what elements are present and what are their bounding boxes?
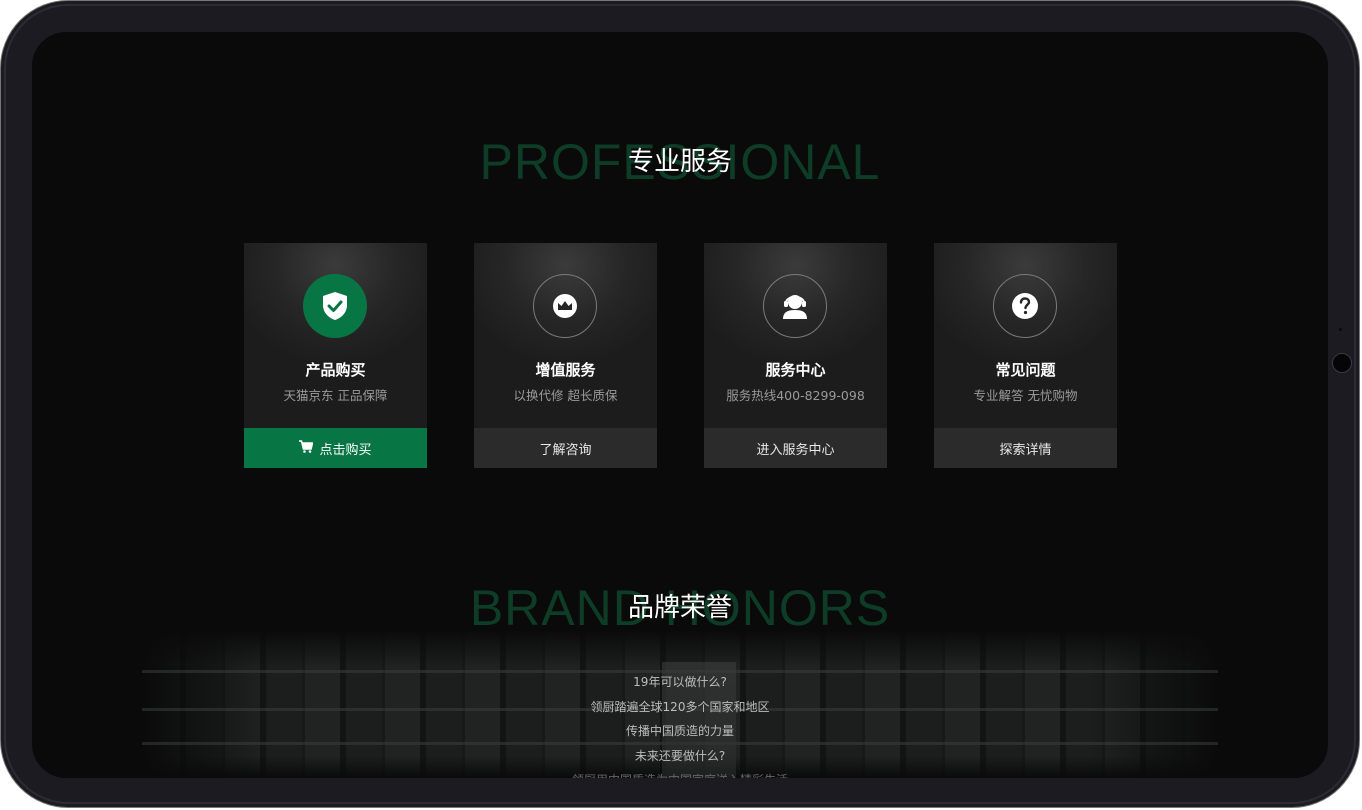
- tablet-frame: PROFESSIONAL 专业服务 产品购买 天猫京东 正品保障 点击购买 增值…: [0, 0, 1360, 808]
- front-camera: [1332, 353, 1352, 373]
- service-card-faq: 常见问题 专业解答 无忧购物 探索详情: [934, 243, 1117, 468]
- honors-line: 19年可以做什么?: [633, 675, 727, 689]
- honors-title: 品牌荣誉: [627, 593, 732, 623]
- shield-check-icon: [303, 274, 367, 338]
- learn-more-button[interactable]: 了解咨询: [474, 428, 657, 468]
- honors-line: 领厨踏遍全球120多个国家和地区: [590, 699, 770, 714]
- headset-user-icon: [763, 274, 827, 338]
- card-title: 常见问题: [995, 361, 1056, 379]
- services-title: 专业服务: [627, 147, 732, 177]
- honors-line: 领厨用中国质造为中国家庭送入精彩生活: [32, 768, 1328, 778]
- service-cards: 产品购买 天猫京东 正品保障 点击购买 增值服务 以换代修 超长质保 了解咨询 …: [244, 243, 1117, 468]
- card-subtitle: 以换代修 超长质保: [513, 388, 618, 403]
- enter-service-center-label: 进入服务中心: [756, 442, 835, 458]
- honors-line: 未来还要做什么?: [634, 748, 726, 763]
- explore-details-label: 探索详情: [999, 442, 1052, 458]
- buy-now-label: 点击购买: [319, 442, 372, 458]
- services-heading: PROFESSIONAL 专业服务: [32, 134, 1328, 190]
- enter-service-center-button[interactable]: 进入服务中心: [704, 428, 887, 468]
- question-icon: [993, 274, 1057, 338]
- service-card-value-added: 增值服务 以换代修 超长质保 了解咨询: [474, 243, 657, 468]
- honors-heading: BRAND HONORS 品牌荣誉: [32, 580, 1328, 636]
- card-subtitle: 服务热线400-8299-098: [726, 388, 865, 403]
- honors-line: 传播中国质造的力量: [625, 724, 734, 738]
- crown-icon: [533, 274, 597, 338]
- service-card-purchase: 产品购买 天猫京东 正品保障 点击购买: [244, 243, 427, 468]
- card-title: 增值服务: [535, 361, 596, 379]
- buy-now-button[interactable]: 点击购买: [244, 428, 427, 468]
- learn-more-label: 了解咨询: [539, 442, 592, 458]
- explore-details-button[interactable]: 探索详情: [934, 428, 1117, 468]
- service-card-service-center: 服务中心 服务热线400-8299-098 进入服务中心: [704, 243, 887, 468]
- card-title: 产品购买: [305, 361, 366, 379]
- screen: PROFESSIONAL 专业服务 产品购买 天猫京东 正品保障 点击购买 增值…: [32, 32, 1328, 778]
- card-subtitle: 天猫京东 正品保障: [283, 388, 388, 403]
- cart-icon: [299, 439, 315, 457]
- card-title: 服务中心: [765, 361, 826, 379]
- proximity-sensor: [1339, 328, 1342, 331]
- card-subtitle: 专业解答 无忧购物: [973, 388, 1078, 403]
- honors-text: 19年可以做什么? 领厨踏遍全球120多个国家和地区 传播中国质造的力量 未来还…: [32, 670, 1328, 778]
